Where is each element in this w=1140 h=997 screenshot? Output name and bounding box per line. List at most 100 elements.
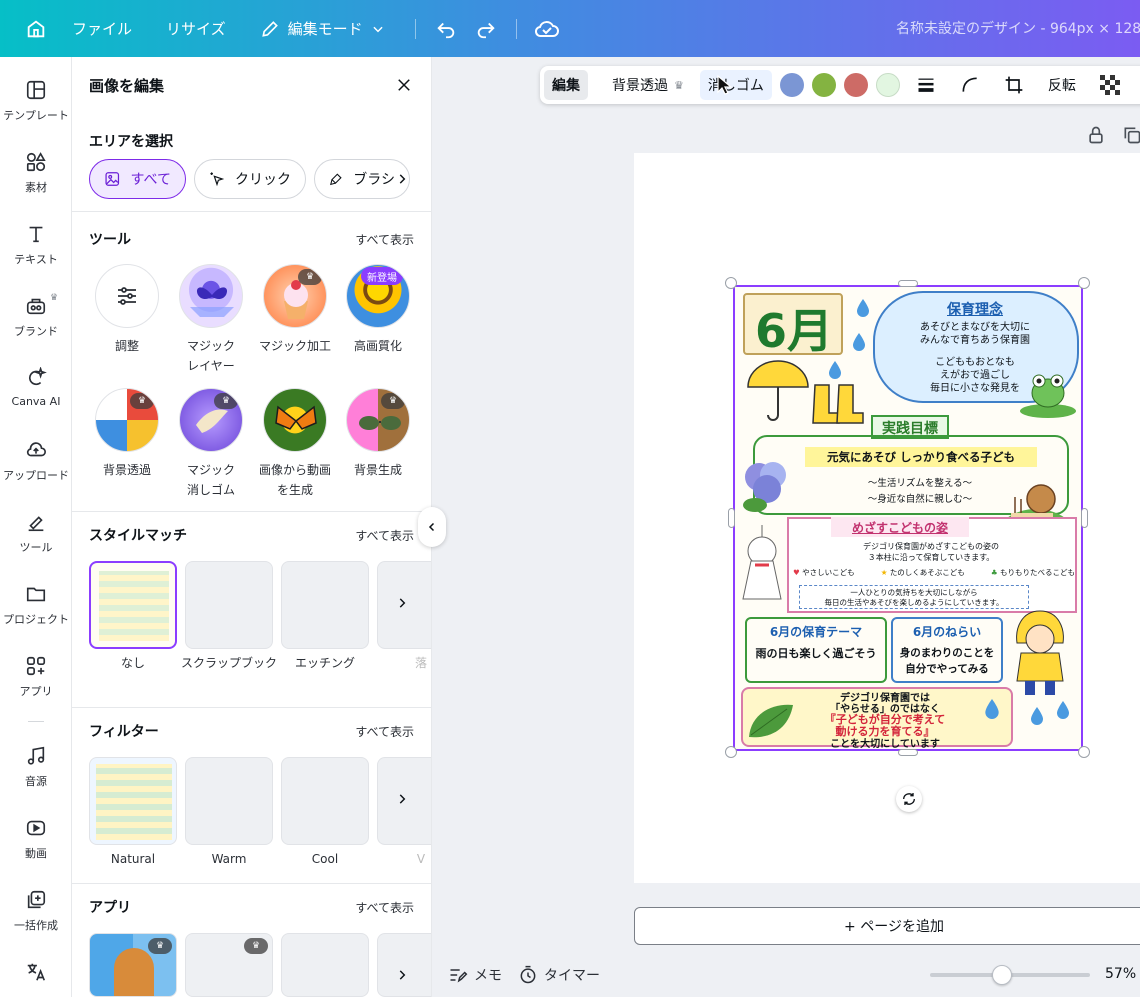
tool-adjust[interactable]: 調整 [88,264,166,356]
filter-thumb-natural[interactable] [89,757,177,845]
brush-icon [330,173,342,186]
app-thumb-2[interactable]: ♛ [185,933,273,997]
rotate-handle[interactable] [896,786,922,812]
color-swatch-mint[interactable] [875,73,900,97]
rail-item-canva-ai[interactable]: Canva AI [0,367,72,408]
style-thumb-scrapbook[interactable] [185,561,273,649]
aim2-text: 自分でやってみる [905,663,989,675]
style-label: スクラップブック [181,656,278,670]
sliders-icon [118,287,136,305]
rail-item-tools[interactable]: ツール [0,511,72,555]
tool-bg-remove[interactable]: ♛ 背景透過 [88,388,166,480]
rail-item-templates[interactable]: テンプレート [0,79,72,123]
rail-item-projects[interactable]: プロジェクト [0,583,72,627]
aim-note: 毎日の生活やあそびを楽しめるようにしていきます。 [824,598,1004,607]
apps-scroll-right[interactable] [386,959,418,991]
crop-icon [1005,76,1023,94]
child-raincoat-icon [1016,610,1064,695]
poster-mini-preview [99,571,169,641]
resize-handle-bottom[interactable] [898,749,918,756]
chevron-right-icon [399,970,406,980]
rail-item-translate[interactable] [0,961,72,989]
apps-see-all-link[interactable]: すべて表示 [355,899,414,916]
rotate-icon [903,793,915,805]
filters-scroll-right[interactable] [386,783,418,815]
tools-see-all-link[interactable]: すべて表示 [355,231,414,248]
timer-button[interactable]: タイマー [518,965,600,985]
rail-item-apps[interactable]: アプリ [0,655,72,699]
close-panel-button[interactable] [392,73,416,97]
cloud-save-button[interactable] [527,9,567,49]
resize-menu[interactable]: リサイズ [166,18,226,39]
chips-scroll-right[interactable] [386,163,418,195]
tool-bg-generate[interactable]: ♛ 背景生成 [339,388,417,480]
magic-edit-thumbnail: ♛ [263,264,327,328]
rail-item-brand[interactable]: ♛ ブランド [0,293,72,339]
styles-scroll-right[interactable] [386,587,418,619]
lock-icon[interactable] [1086,125,1106,145]
file-menu[interactable]: ファイル [72,18,132,39]
rail-item-text[interactable]: テキスト [0,223,72,267]
edit-image-button[interactable]: 編集 [544,70,588,100]
zoom-level[interactable]: 57% [1105,966,1136,982]
resize-handle-bottom-left[interactable] [725,746,737,758]
poster-mini-preview [96,764,172,840]
duplicate-page-icon[interactable] [1122,125,1140,145]
tool-magic-eraser[interactable]: ♛ マジック 消しゴム [172,388,250,500]
eraser-button[interactable]: 消しゴム [699,70,772,100]
redo-button[interactable] [466,9,506,49]
app-thumb-3[interactable] [281,933,369,997]
resize-handle-top-left[interactable] [725,277,737,289]
selected-poster-image[interactable]: 6月 保育理念 あそびとまなびを大切に みんなで育ちあう保育園 こどももおとなも… [733,285,1083,751]
home-button[interactable] [0,0,72,57]
undo-button[interactable] [426,9,466,49]
add-page-button[interactable]: + ページを追加 [634,907,1140,945]
style-see-all-link[interactable]: すべて表示 [355,527,414,544]
aim-items: ♥ やさしいこども ★ たのしくあそぶこども ♣ もりもりたべるこども [793,567,1075,578]
filter-see-all-link[interactable]: すべて表示 [355,723,414,740]
app-thumb-corgi[interactable]: ♛ [89,933,177,997]
crop-button[interactable] [996,70,1032,100]
transparency-button[interactable] [1092,70,1128,100]
bg-remove-button[interactable]: 背景透過 ♛ [604,70,692,100]
area-chip-all[interactable]: すべて [89,159,186,199]
design-title[interactable]: 名称未設定のデザイン - 964px × 1284px [896,18,1140,38]
tool-image-to-video[interactable]: 画像から動画 を生成 [256,388,334,500]
leaf-icon [749,704,793,738]
rail-item-audio[interactable]: 音源 [0,745,72,789]
line-weight-icon [918,78,934,92]
animate-button[interactable]: アニ [1136,70,1140,100]
resize-handle-left[interactable] [728,508,735,528]
style-thumb-none[interactable] [89,561,177,649]
flip-button[interactable]: 反転 [1040,70,1084,100]
tool-magic-layer[interactable]: マジック レイヤー [172,264,250,376]
tool-magic-edit[interactable]: ♛ マジック加工 [256,264,334,356]
edit-mode-dropdown[interactable]: 編集モード [260,18,385,39]
frog-icon [1020,374,1076,418]
area-chip-click[interactable]: クリック [194,159,306,199]
color-swatch-red[interactable] [843,73,868,97]
undo-icon [436,22,454,38]
resize-handle-top-right[interactable] [1078,277,1090,289]
color-swatch-blue[interactable] [779,73,804,97]
resize-handle-top[interactable] [898,280,918,287]
collapse-panel-button[interactable] [418,507,446,547]
filter-thumb-warm[interactable] [185,757,273,845]
resize-handle-right[interactable] [1081,508,1088,528]
style-thumb-etching[interactable] [281,561,369,649]
resize-handle-bottom-right[interactable] [1078,746,1090,758]
zoom-slider-knob[interactable] [992,965,1012,985]
notes-button[interactable]: メモ [448,965,502,985]
rail-item-upload[interactable]: アップロード [0,439,72,483]
rail-item-video[interactable]: 動画 [0,817,72,861]
border-style-button[interactable] [908,70,944,100]
rail-item-elements[interactable]: 素材 [0,151,72,195]
raindrop-icon [857,299,869,317]
corner-radius-button[interactable] [952,70,988,100]
tool-upscale[interactable]: 新登場 高画質化 [339,264,417,356]
tool-label: マジック加工 [258,339,331,353]
timer-label: タイマー [544,968,600,984]
filter-thumb-cool[interactable] [281,757,369,845]
rail-item-bulk-create[interactable]: 一括作成 [0,889,72,933]
color-swatch-green[interactable] [811,73,836,97]
